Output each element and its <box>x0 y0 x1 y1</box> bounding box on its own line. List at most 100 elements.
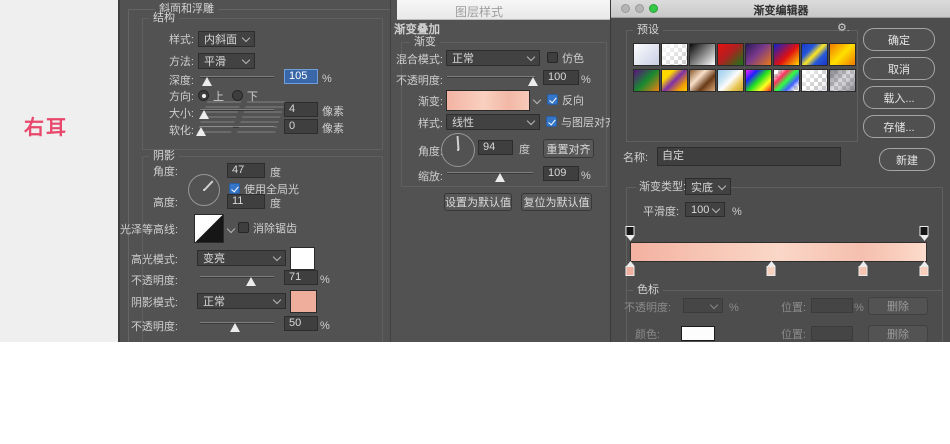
gradient-preset-yellow-violet-orange[interactable] <box>661 69 688 92</box>
overlay-angle-label: 角度: <box>391 146 443 158</box>
chevron-down-icon <box>712 204 720 212</box>
contour-thumbnail[interactable] <box>194 214 224 243</box>
gradient-preset-blue-yellow-blue[interactable] <box>801 43 828 66</box>
overlay-style-dropdown[interactable]: 线性 <box>446 114 540 130</box>
color-stop[interactable] <box>919 261 930 277</box>
angle-dial[interactable] <box>188 174 220 206</box>
slider-track <box>447 172 533 174</box>
depth-unit: % <box>322 73 332 85</box>
slider-thumb[interactable] <box>495 168 505 182</box>
overlay-angle-field[interactable]: 94 <box>478 140 513 155</box>
gradient-preset-spectrum[interactable] <box>745 69 772 92</box>
direction-down-radio[interactable] <box>232 90 243 101</box>
highlight-opacity-slider[interactable] <box>200 270 274 283</box>
shadow-mode-label: 阴影模式: <box>120 297 178 309</box>
chevron-down-icon <box>273 253 281 261</box>
gradient-preset-fg-to-transparent[interactable] <box>661 43 688 66</box>
overlay-opacity-field[interactable]: 100 <box>543 70 579 85</box>
gradient-bar[interactable] <box>630 242 927 262</box>
reverse-checkbox[interactable] <box>547 94 558 105</box>
shadow-opacity-field[interactable]: 50 <box>284 316 318 331</box>
delete-stop-button: 删除 <box>868 297 928 315</box>
name-input[interactable]: 自定 <box>657 147 841 166</box>
angle-needle <box>204 181 213 191</box>
dither-checkbox[interactable] <box>547 52 558 63</box>
stop-color-swatch[interactable] <box>681 326 715 341</box>
gradient-preset-copper[interactable] <box>689 69 716 92</box>
color-stop[interactable] <box>766 261 777 277</box>
angle-value-field[interactable]: 47 <box>227 163 265 178</box>
gradient-preview-swatch[interactable] <box>446 90 530 111</box>
angle-needle <box>457 136 459 150</box>
align-with-layer-checkbox[interactable] <box>546 116 557 127</box>
cancel-button[interactable]: 取消 <box>863 57 935 80</box>
scale-field[interactable]: 109 <box>543 166 579 181</box>
scale-slider[interactable] <box>447 166 533 179</box>
gradient-preset-blue-red-yellow[interactable] <box>773 43 800 66</box>
direction-label: 方向: <box>150 91 194 103</box>
stop-position-label: 位置: <box>781 302 806 314</box>
shadow-color-swatch[interactable] <box>290 290 317 313</box>
altitude-value-field[interactable]: 11 <box>227 194 265 209</box>
style-value: 内斜面 <box>204 31 237 47</box>
presets-title: 预设 <box>633 24 663 37</box>
slider-thumb[interactable] <box>230 318 240 332</box>
angle-label: 角度: <box>134 166 178 178</box>
angle-unit: 度 <box>270 167 281 179</box>
global-light-checkbox[interactable] <box>229 183 240 194</box>
gradient-editor-titlebar[interactable]: 渐变编辑器 <box>611 0 950 18</box>
anti-alias-label: 消除锯齿 <box>253 223 297 235</box>
blend-mode-dropdown[interactable]: 正常 <box>446 50 540 66</box>
technique-dropdown[interactable]: 平滑 <box>198 53 255 69</box>
gradient-type-dropdown[interactable]: 实底 <box>685 178 731 195</box>
anti-alias-checkbox[interactable] <box>238 222 249 233</box>
load-button[interactable]: 载入... <box>863 86 935 109</box>
highlight-color-swatch[interactable] <box>290 247 315 270</box>
highlight-mode-label: 高光模式: <box>120 254 178 266</box>
overlay-opacity-slider[interactable] <box>447 70 535 83</box>
gradient-preset-chrome[interactable] <box>717 69 744 92</box>
gradient-preset-neutral-density[interactable] <box>829 69 856 92</box>
gradient-preset-violet-green-orange[interactable] <box>633 69 660 92</box>
gradient-preset-transparent-stripes[interactable] <box>801 69 828 92</box>
slider-thumb[interactable] <box>528 72 538 86</box>
gradient-preset-transparent-rainbow[interactable] <box>773 69 800 92</box>
color-stop[interactable] <box>625 261 636 277</box>
slider-thumb[interactable] <box>246 272 256 286</box>
stop-position-unit: % <box>854 302 864 314</box>
set-default-button[interactable]: 设置为默认值 <box>444 193 512 211</box>
smoothness-field[interactable]: 100 <box>685 202 725 217</box>
gloss-contour-label: 光泽等高线: <box>120 224 178 236</box>
opacity-stop[interactable] <box>919 226 930 241</box>
highlight-opacity-field[interactable]: 71 <box>284 270 318 285</box>
slider-thumb[interactable] <box>202 72 212 86</box>
save-button[interactable]: 存储... <box>863 115 935 138</box>
reset-default-button[interactable]: 复位为默认值 <box>521 193 592 211</box>
gear-icon[interactable]: ⚙. <box>837 21 849 34</box>
smoothness-unit: % <box>732 206 742 218</box>
gradient-preset-fg-to-bg[interactable] <box>633 43 660 66</box>
shadow-opacity-slider[interactable] <box>200 316 274 329</box>
gradient-preset-red-green[interactable] <box>717 43 744 66</box>
gradient-preset-orange-yellow-orange[interactable] <box>829 43 856 66</box>
opacity-stop[interactable] <box>625 226 636 241</box>
new-button[interactable]: 新建 <box>879 148 935 171</box>
style-dropdown[interactable]: 内斜面 <box>198 31 255 47</box>
direction-up-radio[interactable] <box>198 90 209 101</box>
gradient-preset-black-white[interactable] <box>689 43 716 66</box>
ok-button[interactable]: 确定 <box>863 28 935 51</box>
delete-stop-button2: 删除 <box>868 325 928 342</box>
chevron-down-icon <box>527 53 535 61</box>
highlight-mode-dropdown[interactable]: 变亮 <box>197 250 286 266</box>
color-stop[interactable] <box>858 261 869 277</box>
gradient-type-value: 实底 <box>691 179 713 195</box>
shading-group-title: 阴影 <box>149 150 179 163</box>
size-value-field[interactable]: 4 <box>284 102 318 117</box>
depth-slider[interactable] <box>200 70 274 83</box>
shadow-mode-dropdown[interactable]: 正常 <box>197 293 286 309</box>
soften-value-field[interactable]: 0 <box>284 119 318 134</box>
reset-align-button[interactable]: 重置对齐 <box>543 139 594 158</box>
depth-value-field[interactable]: 105 <box>284 69 318 84</box>
gradient-preset-violet-orange[interactable] <box>745 43 772 66</box>
overlay-angle-dial[interactable] <box>441 133 475 167</box>
